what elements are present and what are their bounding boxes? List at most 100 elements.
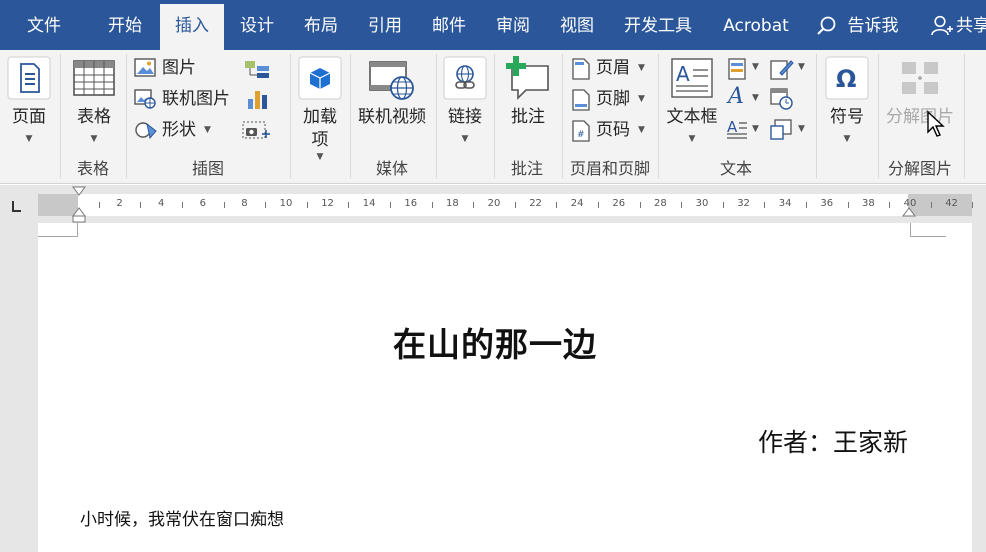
omega-icon: Ω	[825, 56, 869, 100]
table-button[interactable]: 表格 ▼	[66, 52, 122, 156]
tab-review[interactable]: 审阅	[482, 4, 544, 50]
smartart-icon[interactable]	[244, 59, 270, 79]
symbol-button[interactable]: Ω 符号 ▼	[820, 52, 874, 156]
chevron-down-icon: ▼	[638, 94, 645, 104]
tab-file[interactable]: 文件	[10, 4, 78, 50]
addins-label-line2: 项	[311, 130, 329, 150]
tab-view[interactable]: 视图	[546, 4, 608, 50]
ruler-tick	[182, 202, 183, 208]
shapes-icon	[135, 122, 157, 140]
new-comment-label: 批注	[511, 107, 545, 127]
page-number-icon: #	[572, 120, 590, 142]
ruler-bar[interactable]: 2 4 6 8 10 12 14 16 18 20 22 24 26 28 30 32 34 36 38 40 42	[38, 194, 974, 216]
chevron-down-icon: ▼	[688, 134, 696, 144]
ruler-tick	[306, 202, 308, 208]
document-paragraph[interactable]: 小时候，我常伏在窗口痴想	[80, 505, 284, 530]
ruler-number: 34	[778, 198, 792, 209]
tab-references[interactable]: 引用	[354, 4, 416, 50]
document-title[interactable]: 在山的那一边	[38, 318, 952, 366]
horizontal-ruler: 2 4 6 8 10 12 14 16 18 20 22 24 26 28 30 32 34 36 38 40 42	[0, 185, 986, 223]
shapes-label: 形状	[162, 120, 196, 140]
screenshot-icon[interactable]	[242, 121, 272, 141]
tab-acrobat[interactable]: Acrobat	[712, 4, 800, 50]
ruler-number: 10	[279, 198, 293, 209]
object-icon[interactable]	[770, 119, 794, 141]
signature-line-icon[interactable]	[770, 58, 794, 80]
ruler-number: 14	[362, 198, 376, 209]
page-icon	[7, 56, 51, 100]
ruler-tick	[639, 202, 641, 208]
right-indent-marker-icon[interactable]	[902, 207, 916, 217]
document-page[interactable]: 在山的那一边 作者：王家新 小时候，我常伏在窗口痴想	[38, 223, 972, 552]
document-workspace: 在山的那一边 作者：王家新 小时候，我常伏在窗口痴想	[0, 223, 986, 552]
chevron-down-icon: ▼	[752, 93, 759, 103]
ruler-tick	[140, 202, 142, 208]
footer-icon	[572, 89, 590, 111]
ruler-number: 12	[321, 198, 334, 209]
textbox-button[interactable]: A 文本框 ▼	[662, 52, 722, 156]
ruler-tick	[889, 202, 891, 208]
tab-developer[interactable]: 开发工具	[610, 4, 706, 50]
new-comment-icon	[506, 56, 549, 100]
ruler-tick	[390, 202, 391, 208]
chevron-down-icon: ▼	[25, 134, 33, 144]
quick-parts-icon[interactable]	[728, 58, 746, 80]
drop-cap-icon[interactable]: A	[726, 118, 748, 140]
links-button[interactable]: 链接 ▼	[440, 52, 490, 156]
chevron-down-icon: ▼	[316, 152, 324, 162]
ruler-tick	[473, 202, 475, 208]
share-button[interactable]: 共享	[956, 4, 986, 50]
wordart-icon[interactable]: A	[728, 84, 744, 109]
ruler-tick	[930, 202, 932, 208]
online-picture-icon	[134, 89, 156, 109]
svg-text:Ω: Ω	[836, 65, 856, 93]
tell-me-box[interactable]: 告诉我	[840, 4, 906, 50]
new-comment-button[interactable]: 批注	[498, 52, 558, 156]
shapes-button[interactable]: 形状 ▼	[134, 117, 234, 143]
pages-label: 页面	[12, 107, 46, 127]
group-divider	[290, 54, 291, 178]
indent-marker-icon[interactable]	[72, 186, 86, 224]
decompose-picture-label: 分解图片	[886, 107, 954, 127]
page-number-button[interactable]: # 页码 ▼	[572, 117, 654, 143]
svg-text:A: A	[676, 62, 690, 86]
ruler-number: 6	[199, 198, 206, 209]
ruler-number: 8	[241, 198, 248, 209]
share-person-icon[interactable]	[930, 15, 954, 37]
online-picture-button[interactable]: 联机图片	[134, 86, 244, 112]
tab-stop-selector-icon[interactable]	[8, 199, 24, 215]
online-video-button[interactable]: 联机视频	[354, 52, 430, 156]
tab-home[interactable]: 开始	[90, 4, 160, 50]
ruler-tick	[972, 202, 974, 208]
decompose-picture-button[interactable]: 分解图片	[882, 52, 958, 156]
picture-button[interactable]: 图片	[134, 55, 234, 81]
ruler-number: 36	[820, 198, 834, 209]
ruler-number: 2	[116, 198, 123, 209]
ruler-number: 32	[737, 198, 750, 209]
tab-layout[interactable]: 布局	[290, 4, 352, 50]
pages-button[interactable]: 页面 ▼	[4, 52, 54, 156]
crop-mark-left	[38, 223, 78, 237]
chevron-down-icon: ▼	[90, 134, 98, 144]
document-author[interactable]: 作者：王家新	[758, 423, 908, 459]
addins-button[interactable]: 加载 项 ▼	[294, 52, 346, 182]
ruler-tick	[514, 202, 516, 208]
chart-icon[interactable]	[246, 88, 268, 110]
tab-insert[interactable]: 插入	[160, 4, 224, 50]
picture-icon	[134, 58, 156, 77]
chevron-down-icon: ▼	[798, 62, 805, 72]
footer-button[interactable]: 页脚 ▼	[572, 86, 654, 112]
chevron-down-icon: ▼	[461, 134, 469, 144]
tab-mailings[interactable]: 邮件	[418, 4, 480, 50]
group-divider	[816, 54, 817, 178]
search-icon[interactable]	[816, 15, 838, 37]
ruler-number: 38	[862, 198, 875, 209]
ruler-number: 16	[404, 198, 418, 209]
date-time-icon[interactable]	[770, 88, 794, 110]
tab-design[interactable]: 设计	[226, 4, 288, 50]
header-button[interactable]: 页眉 ▼	[572, 55, 654, 81]
ruler-tick	[348, 202, 350, 208]
svg-text:A: A	[727, 118, 738, 136]
group-label-illustrations: 插图	[191, 159, 224, 178]
online-video-icon	[369, 61, 414, 100]
